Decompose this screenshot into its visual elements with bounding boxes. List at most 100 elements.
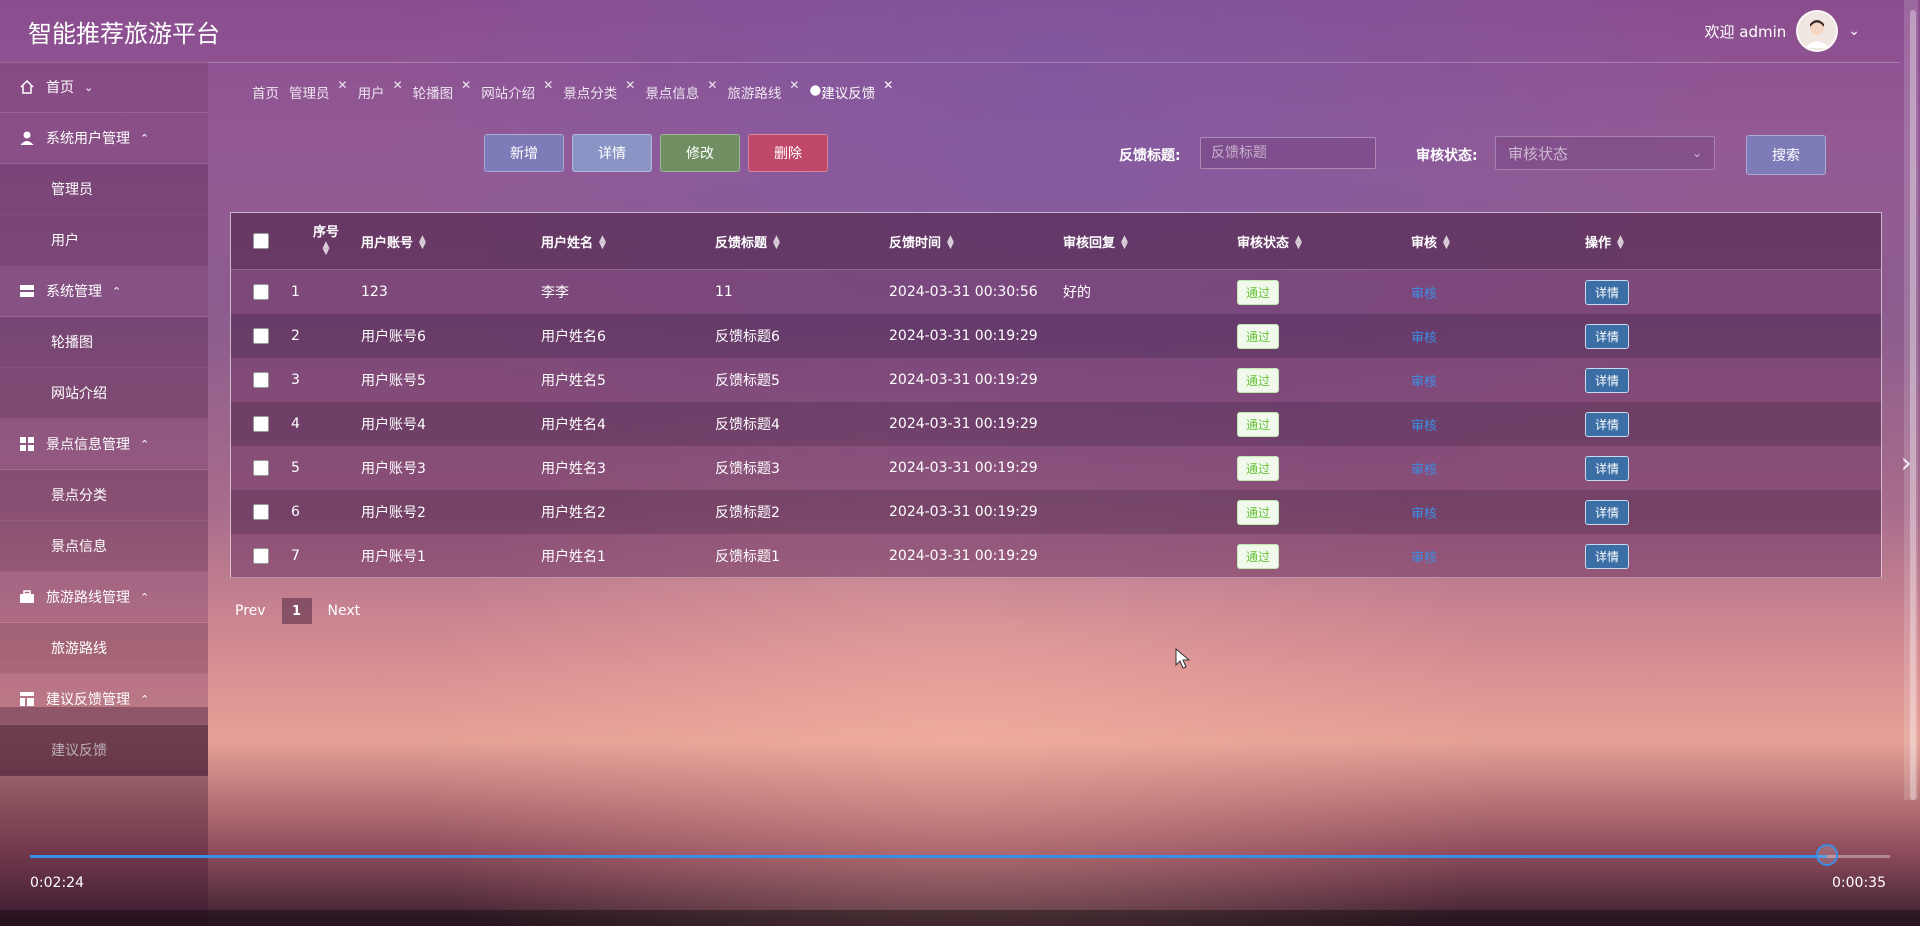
audit-link[interactable]: 审核 <box>1411 507 1437 522</box>
table-row[interactable]: 5 用户账号3 用户姓名3 反馈标题3 2024-03-31 00:19:29 … <box>231 446 1881 490</box>
search-button[interactable]: 搜索 <box>1746 135 1826 175</box>
row-checkbox[interactable] <box>253 416 269 432</box>
tab-scenic-category[interactable]: 景点分类 ✕ <box>563 78 635 102</box>
column-header-time[interactable]: 反馈时间 ▲ ▼ <box>889 232 1063 251</box>
video-elapsed-time: 0:02:24 <box>30 875 84 891</box>
audit-link[interactable]: 审核 <box>1411 287 1437 302</box>
audit-link[interactable]: 审核 <box>1411 419 1437 434</box>
video-progress-knob[interactable] <box>1815 844 1838 866</box>
tab-admin[interactable]: 管理员 ✕ <box>289 78 348 102</box>
tab-scenic-info[interactable]: 景点信息 ✕ <box>645 78 717 102</box>
feedback-title-input[interactable] <box>1200 137 1376 169</box>
sidebar-group-system[interactable]: 系统管理 ⌃ <box>0 266 208 317</box>
tab-feedback[interactable]: ● 建议反馈 ✕ <box>809 78 893 102</box>
row-detail-button[interactable]: 详情 <box>1585 411 1630 437</box>
video-progress-bar[interactable] <box>30 844 1890 866</box>
cell-title: 反馈标题4 <box>715 417 780 433</box>
column-header-reply[interactable]: 审核回复 ▲ ▼ <box>1063 232 1237 251</box>
tab-home[interactable]: 首页 <box>252 82 279 102</box>
close-icon[interactable]: ✕ <box>338 78 348 92</box>
status-badge: 通过 <box>1237 279 1280 305</box>
cell-name: 用户姓名5 <box>541 373 606 389</box>
close-icon[interactable]: ✕ <box>883 78 893 92</box>
cell-account: 用户账号3 <box>361 461 426 477</box>
detail-button[interactable]: 详情 <box>572 134 652 172</box>
add-button[interactable]: 新增 <box>484 134 564 172</box>
avatar[interactable] <box>1796 10 1839 52</box>
audit-status-select[interactable]: 审核状态 ⌄ <box>1495 136 1715 170</box>
chevron-down-icon[interactable]: ⌄ <box>1848 23 1860 39</box>
user-icon <box>18 129 36 147</box>
chevron-up-icon: ⌃ <box>140 692 150 706</box>
sidebar-item-routes[interactable]: 旅游路线 <box>0 623 208 674</box>
prev-page-button[interactable]: Prev <box>235 603 266 619</box>
sidebar-group-system-users[interactable]: 系统用户管理 ⌃ <box>0 113 208 164</box>
row-checkbox[interactable] <box>253 284 269 300</box>
row-checkbox[interactable] <box>253 328 269 344</box>
sidebar-group-scenic[interactable]: 景点信息管理 ⌃ <box>0 419 208 470</box>
close-icon[interactable]: ✕ <box>625 78 635 92</box>
layout-icon <box>18 690 36 708</box>
header-label: 审核状态 <box>1237 235 1290 251</box>
table-row[interactable]: 1 123 李李 11 2024-03-31 00:30:56 好的 通过 审核… <box>231 270 1881 314</box>
chevron-down-icon: ⌄ <box>1691 146 1702 160</box>
close-icon[interactable]: ✕ <box>543 78 553 92</box>
audit-link[interactable]: 审核 <box>1411 463 1437 478</box>
row-checkbox[interactable] <box>253 460 269 476</box>
row-detail-button[interactable]: 详情 <box>1585 499 1630 525</box>
sidebar-group-routes[interactable]: 旅游路线管理 ⌃ <box>0 572 208 623</box>
column-header-name[interactable]: 用户姓名 ▲ ▼ <box>541 232 715 251</box>
cell-no: 6 <box>291 504 300 520</box>
column-header-action[interactable]: 操作 ▲ ▼ <box>1585 232 1759 251</box>
sidebar-item-home[interactable]: 首页 ⌄ <box>0 62 208 113</box>
tab-label: 景点信息 <box>645 86 700 102</box>
close-icon[interactable]: ✕ <box>461 78 471 92</box>
select-all-checkbox[interactable] <box>253 233 269 249</box>
table-row[interactable]: 3 用户账号5 用户姓名5 反馈标题5 2024-03-31 00:19:29 … <box>231 358 1881 402</box>
close-icon[interactable]: ✕ <box>789 78 799 92</box>
column-header-no[interactable]: 序号 ▲ ▼ <box>291 225 361 257</box>
row-checkbox[interactable] <box>253 504 269 520</box>
sidebar-item-users[interactable]: 用户 <box>0 215 208 266</box>
close-icon[interactable]: ✕ <box>393 78 403 92</box>
tab-routes[interactable]: 旅游路线 ✕ <box>727 78 799 102</box>
table-row[interactable]: 7 用户账号1 用户姓名1 反馈标题1 2024-03-31 00:19:29 … <box>231 534 1881 578</box>
sidebar-item-scenic-info[interactable]: 景点信息 <box>0 521 208 572</box>
scrollbar-thumb[interactable] <box>1910 10 1916 800</box>
column-header-account[interactable]: 用户账号 ▲ ▼ <box>361 232 541 251</box>
row-detail-button[interactable]: 详情 <box>1585 323 1630 349</box>
audit-link[interactable]: 审核 <box>1411 551 1437 566</box>
cell-name: 用户姓名2 <box>541 505 606 521</box>
sidebar-item-scenic-category[interactable]: 景点分类 <box>0 470 208 521</box>
row-detail-button[interactable]: 详情 <box>1585 367 1630 393</box>
video-remaining-time: 0:00:35 <box>1832 875 1886 891</box>
next-page-button[interactable]: Next <box>328 603 361 619</box>
column-header-audit[interactable]: 审核 ▲ ▼ <box>1411 232 1585 251</box>
tab-carousel[interactable]: 轮播图 ✕ <box>413 78 472 102</box>
row-detail-button[interactable]: 详情 <box>1585 279 1630 305</box>
status-badge: 通过 <box>1237 499 1280 525</box>
table-row[interactable]: 6 用户账号2 用户姓名2 反馈标题2 2024-03-31 00:19:29 … <box>231 490 1881 534</box>
user-menu[interactable]: 欢迎 admin ⌄ <box>1704 10 1860 52</box>
sidebar-item-site-intro[interactable]: 网站介绍 <box>0 368 208 419</box>
tab-users[interactable]: 用户 ✕ <box>358 78 403 102</box>
audit-link[interactable]: 审核 <box>1411 375 1437 390</box>
close-icon[interactable]: ✕ <box>707 78 717 92</box>
delete-button[interactable]: 删除 <box>748 134 828 172</box>
tab-site-intro[interactable]: 网站介绍 ✕ <box>481 78 553 102</box>
audit-link[interactable]: 审核 <box>1411 331 1437 346</box>
sidebar-item-carousel[interactable]: 轮播图 <box>0 317 208 368</box>
row-checkbox[interactable] <box>253 548 269 564</box>
edit-button[interactable]: 修改 <box>660 134 740 172</box>
column-header-status[interactable]: 审核状态 ▲ ▼ <box>1237 232 1411 251</box>
page-number-current[interactable]: 1 <box>281 598 312 624</box>
table-row[interactable]: 2 用户账号6 用户姓名6 反馈标题6 2024-03-31 00:19:29 … <box>231 314 1881 358</box>
column-header-title[interactable]: 反馈标题 ▲ ▼ <box>715 232 889 251</box>
sidebar-item-admin[interactable]: 管理员 <box>0 164 208 215</box>
chevron-right-icon[interactable]: › <box>1901 446 1912 479</box>
cell-time: 2024-03-31 00:19:29 <box>889 372 1038 388</box>
row-detail-button[interactable]: 详情 <box>1585 455 1630 481</box>
table-row[interactable]: 4 用户账号4 用户姓名4 反馈标题4 2024-03-31 00:19:29 … <box>231 402 1881 446</box>
row-detail-button[interactable]: 详情 <box>1585 543 1630 569</box>
row-checkbox[interactable] <box>253 372 269 388</box>
